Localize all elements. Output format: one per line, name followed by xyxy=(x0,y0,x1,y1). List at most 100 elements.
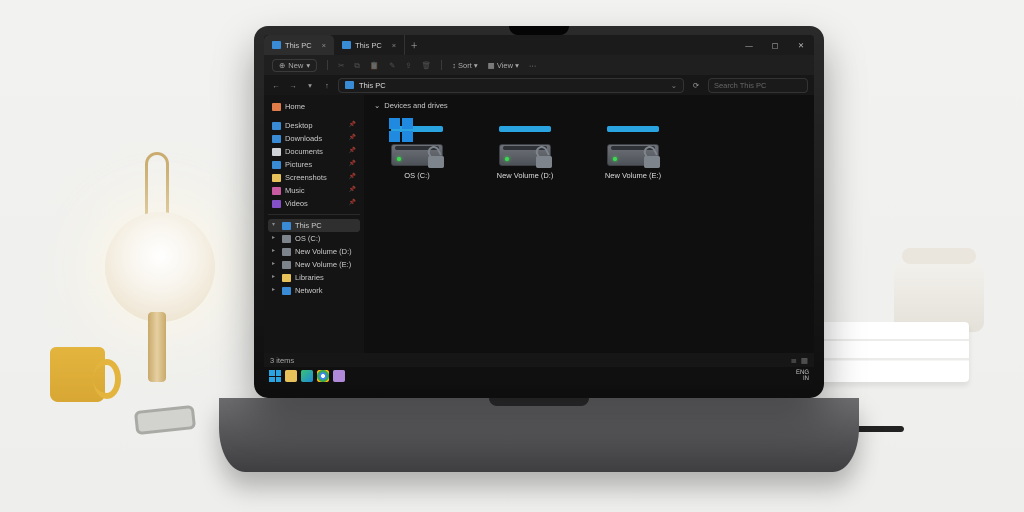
home-icon xyxy=(272,103,281,111)
close-tab-icon[interactable]: × xyxy=(392,41,396,50)
drive-icon xyxy=(497,120,553,166)
recent-dropdown-icon[interactable]: ▾ xyxy=(304,81,316,90)
sort-button[interactable]: ↕ Sort ▾ xyxy=(452,61,477,70)
share-icon[interactable]: ⇪ xyxy=(405,61,411,70)
pin-icon: 📌 xyxy=(349,122,356,129)
search-input[interactable]: Search This PC xyxy=(708,78,808,93)
breadcrumb-location: This PC xyxy=(359,81,386,90)
taskbar-explorer-icon[interactable] xyxy=(285,370,297,382)
close-button[interactable]: ✕ xyxy=(788,41,814,50)
group-header[interactable]: ⌄ Devices and drives xyxy=(374,101,804,110)
unlocked-padlock-icon xyxy=(641,146,663,168)
chevron-down-icon[interactable]: ▾ xyxy=(272,222,278,229)
sidebar-item-network[interactable]: ▸ Network xyxy=(268,284,360,297)
pc-icon xyxy=(342,41,351,49)
pin-icon: 📌 xyxy=(349,161,356,168)
taskbar-language[interactable]: ENG IN xyxy=(796,370,809,382)
screen: This PC × This PC × ＋ — ▢ ✕ ⊕ xyxy=(264,35,814,385)
sidebar-item-home[interactable]: Home xyxy=(268,100,360,113)
sidebar-item-this-pc[interactable]: ▾ This PC xyxy=(268,219,360,232)
chevron-down-icon: ▾ xyxy=(306,61,310,70)
drive-icon xyxy=(282,248,291,256)
sidebar-item-desktop[interactable]: Desktop📌 xyxy=(268,119,360,132)
chevron-right-icon[interactable]: ▸ xyxy=(272,287,278,294)
drive-label: New Volume (E:) xyxy=(605,171,661,180)
view-icon: ▦ xyxy=(488,61,495,70)
sidebar: Home Desktop📌Downloads📌Documents📌Picture… xyxy=(264,95,364,367)
back-button[interactable]: ← xyxy=(270,81,282,90)
sidebar-item-screenshots[interactable]: Screenshots📌 xyxy=(268,171,360,184)
chevron-right-icon[interactable]: ▸ xyxy=(272,261,278,268)
new-tab-button[interactable]: ＋ xyxy=(405,41,423,50)
folder-icon xyxy=(272,122,281,130)
breadcrumb[interactable]: This PC ⌄ xyxy=(338,78,684,93)
content-pane: ⌄ Devices and drives OS (C:) New Volume (… xyxy=(364,95,814,367)
sidebar-item-downloads[interactable]: Downloads📌 xyxy=(268,132,360,145)
copy-icon[interactable]: ⧉ xyxy=(354,61,359,70)
refresh-button[interactable]: ⟳ xyxy=(689,81,703,90)
forward-button[interactable]: → xyxy=(287,81,299,90)
network-icon xyxy=(282,287,291,295)
folder-icon xyxy=(272,187,281,195)
pc-icon xyxy=(272,41,281,49)
up-button[interactable]: ↑ xyxy=(321,81,333,90)
new-label: New xyxy=(288,61,303,70)
drive-label: OS (C:) xyxy=(404,171,429,180)
minimize-button[interactable]: — xyxy=(736,41,762,50)
taskbar-chrome-icon[interactable] xyxy=(317,370,329,382)
folder-icon xyxy=(272,148,281,156)
maximize-button[interactable]: ▢ xyxy=(762,41,788,50)
desk-mug xyxy=(50,347,105,402)
drive-tile[interactable]: OS (C:) xyxy=(380,120,454,180)
details-view-icon[interactable]: ≣ xyxy=(791,356,797,365)
titlebar: This PC × This PC × ＋ — ▢ ✕ xyxy=(264,35,814,55)
chevron-down-icon: ⌄ xyxy=(374,101,380,110)
sidebar-item-pictures[interactable]: Pictures📌 xyxy=(268,158,360,171)
unlocked-padlock-icon xyxy=(533,146,555,168)
tab-this-pc-2[interactable]: This PC × xyxy=(334,35,405,55)
window-controls: — ▢ ✕ xyxy=(736,41,814,50)
start-button[interactable] xyxy=(269,370,281,382)
address-row: ← → ▾ ↑ This PC ⌄ ⟳ Search This PC xyxy=(264,75,814,95)
taskbar-edge-icon[interactable] xyxy=(301,370,313,382)
sidebar-item-drive[interactable]: ▸New Volume (D:) xyxy=(268,245,360,258)
pin-icon: 📌 xyxy=(349,174,356,181)
command-toolbar: ⊕ New ▾ ✂ ⧉ 📋 ✎ ⇪ 🗑 ↕ Sort ▾ ▦ xyxy=(264,55,814,75)
laptop: This PC × This PC × ＋ — ▢ ✕ ⊕ xyxy=(254,26,824,472)
sidebar-item-videos[interactable]: Videos📌 xyxy=(268,197,360,210)
chevron-down-icon[interactable]: ⌄ xyxy=(671,81,677,90)
delete-icon[interactable]: 🗑 xyxy=(422,61,432,70)
item-count: 3 items xyxy=(270,356,294,365)
tab-this-pc-1[interactable]: This PC × xyxy=(264,35,334,55)
camera-notch xyxy=(509,26,569,35)
chevron-right-icon[interactable]: ▸ xyxy=(272,235,278,242)
taskbar-app-icon[interactable] xyxy=(333,370,345,382)
cut-icon[interactable]: ✂ xyxy=(338,61,344,70)
sidebar-item-documents[interactable]: Documents📌 xyxy=(268,145,360,158)
drive-icon xyxy=(282,235,291,243)
icons-view-icon[interactable]: ▦ xyxy=(801,356,808,365)
sort-icon: ↕ xyxy=(452,61,456,70)
drive-tile[interactable]: New Volume (E:) xyxy=(596,120,670,180)
desk-books xyxy=(809,322,969,382)
status-bar: 3 items ≣ ▦ xyxy=(264,353,814,367)
sidebar-item-libraries[interactable]: ▸ Libraries xyxy=(268,271,360,284)
taskbar: ENG IN xyxy=(264,367,814,385)
laptop-keyboard-deck xyxy=(219,398,859,472)
drive-icon xyxy=(389,120,445,166)
folder-icon xyxy=(272,135,281,143)
chevron-right-icon[interactable]: ▸ xyxy=(272,274,278,281)
chevron-right-icon[interactable]: ▸ xyxy=(272,248,278,255)
view-button[interactable]: ▦ View ▾ xyxy=(488,61,519,70)
pc-icon xyxy=(345,81,354,89)
close-tab-icon[interactable]: × xyxy=(322,41,326,50)
sidebar-item-drive[interactable]: ▸OS (C:) xyxy=(268,232,360,245)
more-button[interactable]: ··· xyxy=(529,61,537,70)
rename-icon[interactable]: ✎ xyxy=(389,61,395,70)
paste-icon[interactable]: 📋 xyxy=(370,61,379,70)
sidebar-item-drive[interactable]: ▸New Volume (E:) xyxy=(268,258,360,271)
new-button[interactable]: ⊕ New ▾ xyxy=(272,59,317,72)
folder-icon xyxy=(272,174,281,182)
drive-tile[interactable]: New Volume (D:) xyxy=(488,120,562,180)
sidebar-item-music[interactable]: Music📌 xyxy=(268,184,360,197)
